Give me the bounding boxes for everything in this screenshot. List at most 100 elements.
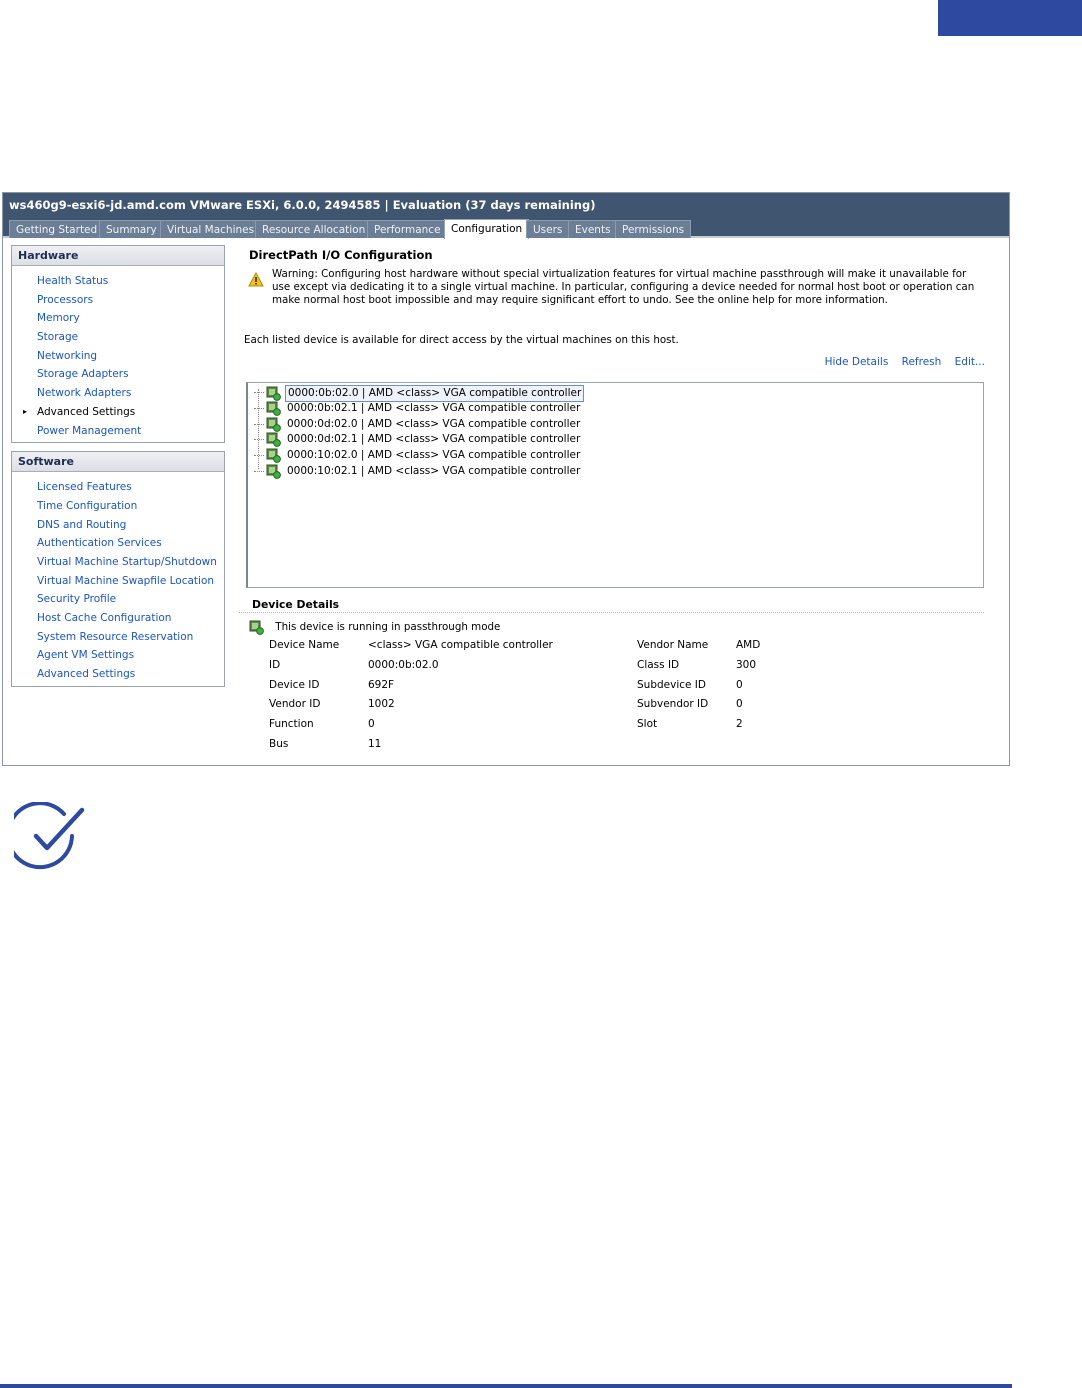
tree-branch [254,471,264,472]
sidebar-item-dns-and-routing[interactable]: DNS and Routing [12,516,224,535]
device-details-grid: Device Name <class> VGA compatible contro… [239,639,999,759]
sidebar-item-networking[interactable]: Networking [12,347,224,366]
device-row[interactable]: 0000:0b:02.0 | AMD <class> VGA compatibl… [254,385,585,402]
sidebar-item-label: Storage Adapters [37,368,129,381]
bottom-rule [0,1384,1012,1388]
detail-value: 2 [736,718,743,731]
main-content: DirectPath I/O Configuration Warning: Co… [239,245,999,759]
window-title: ws460g9-esxi6-jd.amd.com VMware ESXi, 6.… [3,193,1009,217]
warning-text: Warning: Configuring host hardware witho… [272,268,975,306]
detail-label: Device ID [269,678,320,691]
sidebar-item-host-cache-configuration[interactable]: Host Cache Configuration [12,609,224,628]
sidebar-item-label: Memory [37,312,80,325]
software-header: Software [12,452,224,473]
tree-branch [254,455,264,457]
detail-value: <class> VGA compatible controller [368,639,553,651]
sidebar-item-authentication-services[interactable]: Authentication Services [12,534,224,553]
hardware-header: Hardware [12,246,224,266]
device-label: 0000:10:02.1 | AMD <class> VGA compatibl… [287,465,581,477]
sidebar-item-label: Network Adapters [37,387,132,400]
sidebar-item-label: Health Status [37,275,109,287]
tab-users[interactable]: Users [526,220,570,238]
refresh-link[interactable]: Refresh [902,356,942,368]
tree-connector [258,389,259,469]
sidebar-item-power-management[interactable]: Power Management [12,422,224,441]
sidebar-item-virtual-machine-startup-shutdown[interactable]: Virtual Machine Startup/Shutdown [12,553,224,572]
tab-strip: Getting Started Summary Virtual Machines… [3,217,1009,239]
sidebar-item-processors[interactable]: Processors [12,291,224,310]
vsphere-client-window: ws460g9-esxi6-jd.amd.com VMware ESXi, 6.… [2,192,1010,766]
sidebar-item-virtual-machine-swapfile-location[interactable]: Virtual Machine Swapfile Location [12,572,224,591]
warning-message: Warning: Configuring host hardware witho… [239,265,984,307]
detail-value: 0 [368,718,375,731]
checkmark-circle-icon [14,802,85,870]
pci-device-passthrough-icon [266,464,281,479]
hide-details-link[interactable]: Hide Details [825,356,889,368]
edit-link[interactable]: Edit... [955,356,985,368]
sidebar-item-storage-adapters[interactable]: Storage Adapters [12,365,224,384]
configuration-sidebar: Hardware Health Status Processors Memory St… [11,245,225,695]
sidebar-item-label: Host Cache Configuration [37,612,172,624]
sidebar-item-label: Authentication Services [37,537,162,550]
device-details-title: Device Details [239,597,984,613]
sidebar-item-health-status[interactable]: Health Status [12,272,224,291]
device-row[interactable]: 0000:10:02.1 | AMD <class> VGA compatibl… [254,464,582,480]
tab-virtual-machines[interactable]: Virtual Machines [160,220,262,238]
sidebar-item-advanced-settings[interactable]: ▸ Advanced Settings [12,403,224,422]
sidebar-item-system-resource-reservation[interactable]: System Resource Reservation [12,628,224,647]
tab-permissions[interactable]: Permissions [615,220,692,238]
tab-configuration[interactable]: Configuration [444,219,530,239]
tree-branch [254,439,264,441]
sidebar-item-security-profile[interactable]: Security Profile [12,590,224,609]
pci-device-passthrough-icon [266,401,281,416]
sidebar-item-label: Advanced Settings [37,668,136,681]
pci-device-passthrough-icon [266,386,281,401]
device-row[interactable]: 0000:0b:02.1 | AMD <class> VGA compatibl… [254,401,582,417]
device-row[interactable]: 0000:0d:02.0 | AMD <class> VGA compatibl… [254,417,582,433]
sidebar-item-memory[interactable]: Memory [12,309,224,328]
detail-label: Bus [269,738,289,750]
detail-value: 0000:0b:02.0 [368,658,439,671]
tab-summary[interactable]: Summary [99,220,164,238]
pci-device-passthrough-icon [266,417,281,432]
detail-value: 0 [736,698,743,711]
sidebar-item-label: Virtual Machine Swapfile Location [37,574,215,587]
device-label: 0000:0b:02.1 | AMD <class> VGA compatibl… [287,401,581,414]
sidebar-item-label: Processors [37,293,94,306]
device-label: 0000:10:02.0 | AMD <class> VGA compatibl… [287,449,581,462]
sidebar-item-label: Virtual Machine Startup/Shutdown [37,555,217,568]
sidebar-item-network-adapters[interactable]: Network Adapters [12,384,224,403]
triangle-right-icon: ▸ [23,406,28,416]
detail-label: Device Name [269,639,340,651]
detail-label: Subdevice ID [637,678,706,691]
sidebar-item-storage[interactable]: Storage [12,328,224,347]
passthrough-text: This device is running in passthrough mo… [275,621,501,633]
sidebar-item-label: System Resource Reservation [37,630,194,643]
sidebar-item-time-configuration[interactable]: Time Configuration [12,497,224,516]
sidebar-item-licensed-features[interactable]: Licensed Features [12,478,224,497]
corner-accent-block [938,0,1082,36]
sidebar-item-label: DNS and Routing [37,518,127,531]
device-row[interactable]: 0000:0d:02.1 | AMD <class> VGA compatibl… [254,432,582,448]
tab-events[interactable]: Events [568,220,618,238]
detail-label: ID [269,658,281,671]
sidebar-item-advanced-settings[interactable]: Advanced Settings [12,665,224,684]
detail-label: Vendor Name [637,639,709,651]
device-list[interactable]: 0000:0b:02.0 | AMD <class> VGA compatibl… [246,382,984,588]
tree-branch [254,392,264,393]
page-title: DirectPath I/O Configuration [249,248,433,262]
tab-getting-started[interactable]: Getting Started [9,220,105,238]
sidebar-item-label: Advanced Settings [37,405,136,418]
sidebar-item-label: Agent VM Settings [37,649,135,662]
info-text: Each listed device is available for dire… [244,334,679,346]
sidebar-item-agent-vm-settings[interactable]: Agent VM Settings [12,646,224,665]
pci-device-passthrough-icon [266,432,281,448]
detail-value: 0 [736,678,743,691]
sidebar-item-label: Networking [37,349,98,362]
detail-value: AMD [736,639,761,651]
detail-label: Slot [637,718,658,731]
device-row[interactable]: 0000:10:02.0 | AMD <class> VGA compatibl… [254,448,582,464]
tab-performance[interactable]: Performance [367,220,448,238]
tab-resource-allocation[interactable]: Resource Allocation [255,220,373,238]
tree-branch [254,407,264,409]
